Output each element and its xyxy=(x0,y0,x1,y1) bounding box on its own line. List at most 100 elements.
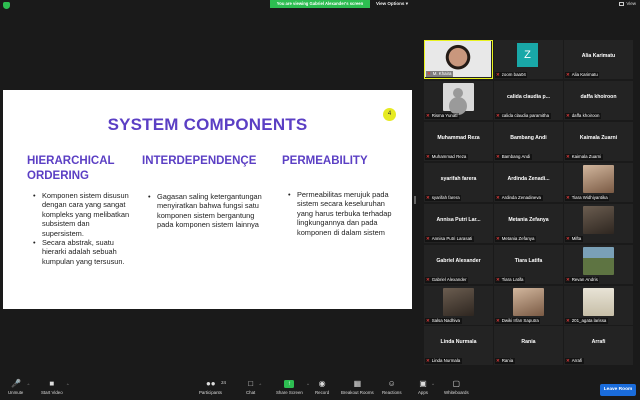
panel-splitter-handle[interactable] xyxy=(414,196,416,204)
start-video-label: Start Video xyxy=(41,390,63,395)
participant-name-label: ✕ Mifta xyxy=(565,236,583,242)
muted-mic-icon: ✕ xyxy=(566,154,570,159)
participant-name-label: ✕ calida claudia paramitha xyxy=(495,113,551,119)
participant-tile[interactable]: Alia Karimatu ✕ Alia Karimatu xyxy=(564,40,633,79)
participant-name: Mifta xyxy=(571,236,582,241)
share-screen-icon: ↑ xyxy=(284,380,295,388)
participant-tile[interactable]: ✕ M. Khaira xyxy=(424,40,493,79)
participant-tile[interactable]: Rania ✕ Rania xyxy=(494,326,563,365)
muted-mic-icon: ✕ xyxy=(426,195,430,200)
unmute-button[interactable]: 🎤 Unmute ^ xyxy=(8,379,29,396)
muted-mic-icon: ✕ xyxy=(496,72,500,77)
participant-name: zoom baa04 xyxy=(501,72,526,77)
participant-name-label: ✕ Alia Karimatu xyxy=(565,72,600,78)
bullet-item: Permeabilitas merujuk pada sistem secara… xyxy=(288,190,392,237)
participant-tile[interactable]: ✕ Dwiki Irfan Saputra xyxy=(494,286,563,325)
participant-name: Bambang Andi xyxy=(501,154,531,159)
breakout-rooms-button[interactable]: ▦ Breakout Rooms xyxy=(341,380,374,396)
participant-photo xyxy=(583,247,614,275)
reactions-button[interactable]: ☺ Reactions xyxy=(382,380,402,396)
participant-tile[interactable]: Bambang Andi ✕ Bambang Andi xyxy=(494,122,563,161)
muted-mic-icon: 🎤 xyxy=(11,379,22,388)
participant-tile[interactable]: Annisa Putri Lar... ✕ Annisa Putri Larasat… xyxy=(424,204,493,243)
participant-tile[interactable]: ✕ 201_agata larissa xyxy=(564,286,633,325)
muted-mic-icon: ✕ xyxy=(426,236,430,241)
muted-mic-icon: ✕ xyxy=(496,154,500,159)
muted-mic-icon: ✕ xyxy=(426,358,430,363)
participant-name: Alia Karimatu xyxy=(571,72,598,77)
chat-icon: □ xyxy=(248,379,254,388)
top-bar: You are viewing Gabriel Alexander's scre… xyxy=(0,0,640,10)
participants-count: 24 xyxy=(221,380,226,385)
participant-name: Risma Yunati xyxy=(431,113,458,118)
participant-tile[interactable]: Linda Nurmala ✕ Linda Nurmala xyxy=(424,326,493,365)
share-screen-button[interactable]: ↑ Share Screen ^ xyxy=(276,380,309,395)
muted-mic-icon: ✕ xyxy=(426,154,430,159)
participant-name-label: ✕ Revan Andris xyxy=(565,277,600,283)
muted-mic-icon: ✕ xyxy=(566,236,570,241)
participant-tile[interactable]: ✕ Tiara Widhiyantika xyxy=(564,163,633,202)
participant-name: Tiara Latifa xyxy=(501,277,524,282)
view-button[interactable]: View xyxy=(619,1,636,7)
participant-tile[interactable]: Muhammad Reza ✕ Muhammad Reza xyxy=(424,122,493,161)
caret-up-icon[interactable]: ^ xyxy=(67,382,69,387)
caret-up-icon[interactable]: ^ xyxy=(307,382,309,387)
muted-mic-icon: ✕ xyxy=(566,195,570,200)
participant-tile[interactable]: ✕ Salsa Nadhiva xyxy=(424,286,493,325)
avatar: Z xyxy=(517,43,538,67)
chevron-down-icon: ▾ xyxy=(405,1,408,6)
participant-tile[interactable]: ✕ Mifta xyxy=(564,204,633,243)
participant-tile[interactable]: daffa khoiroon ✕ daffa khoiroon xyxy=(564,81,633,120)
bullet-list-hierarchical: Komponen sistem disusun dengan cara yang… xyxy=(33,191,131,266)
caret-up-icon[interactable]: ^ xyxy=(27,382,29,387)
participant-name-label: ✕ Salsa Nadhiva xyxy=(425,318,462,324)
security-shield-icon[interactable] xyxy=(3,2,10,9)
apps-button[interactable]: ▣ Apps ^ xyxy=(418,380,434,396)
participant-tile[interactable]: syarifah farera ✕ syarifah farera xyxy=(424,163,493,202)
participant-tile[interactable]: ✕ Risma Yunati xyxy=(424,81,493,120)
participant-tile[interactable]: Metania Zefanya ✕ Metania Zefanya xyxy=(494,204,563,243)
muted-mic-icon: ✕ xyxy=(566,113,570,118)
participant-display-name: calida claudia p... xyxy=(507,94,550,100)
whiteboards-button[interactable]: ▢ Whiteboards xyxy=(444,380,469,396)
bullet-item: Gagasan saling ketergantungan menyiratka… xyxy=(148,192,266,230)
participant-name-label: ✕ Metania Zefanya xyxy=(495,236,536,242)
participant-tile[interactable]: Tiara Latifa ✕ Tiara Latifa xyxy=(494,245,563,284)
participant-tile[interactable]: Kaimala Zuarni ✕ Kaimala Zuarni xyxy=(564,122,633,161)
participant-tile[interactable]: calida claudia p... ✕ calida claudia param… xyxy=(494,81,563,120)
participant-name: 201_agata larissa xyxy=(571,318,607,323)
participant-name: Linda Nurmala xyxy=(431,358,461,363)
participant-name: Rania xyxy=(501,358,514,363)
participants-button[interactable]: ●● Participants 24 xyxy=(199,380,226,396)
participant-name: Gabriel Alexander xyxy=(431,277,467,282)
participant-name-label: ✕ Risma Yunati xyxy=(425,113,459,119)
participant-tile[interactable]: Z ✕ zoom baa04 xyxy=(494,40,563,79)
participant-tile[interactable]: Arrafi ✕ Arrafi xyxy=(564,326,633,365)
start-video-button[interactable]: ■ Start Video ^ xyxy=(41,380,69,396)
muted-mic-icon: ✕ xyxy=(566,72,570,77)
chat-button[interactable]: □ Chat ^ xyxy=(246,379,261,396)
participant-tile[interactable]: Ardinda Zenadi... ✕ Ardinda Zenadineva xyxy=(494,163,563,202)
caret-up-icon[interactable]: ^ xyxy=(432,382,434,387)
record-button[interactable]: ◉ Record xyxy=(315,380,329,396)
participant-name: Ardinda Zenadineva xyxy=(501,195,541,200)
caret-up-icon[interactable]: ^ xyxy=(259,382,261,387)
muted-mic-icon: ✕ xyxy=(426,318,430,323)
participant-name: Arrafi xyxy=(571,358,583,363)
slide-page-badge: 4 xyxy=(383,108,396,121)
participant-name: Metania Zefanya xyxy=(501,236,535,241)
participant-name-label: ✕ zoom baa04 xyxy=(495,72,528,78)
leave-room-button[interactable]: Leave Room xyxy=(600,384,636,396)
view-options-button[interactable]: View Options ▾ xyxy=(376,1,408,7)
participant-photo xyxy=(583,288,614,316)
participant-name-label: ✕ syarifah farera xyxy=(425,195,462,201)
participant-tile[interactable]: Gabriel Alexander ✕ Gabriel Alexander xyxy=(424,245,493,284)
participant-photo xyxy=(443,288,474,316)
muted-mic-icon: ✕ xyxy=(496,318,500,323)
participant-tile[interactable]: ✕ Revan Andris xyxy=(564,245,633,284)
whiteboards-label: Whiteboards xyxy=(444,390,469,395)
participant-name-label: ✕ Linda Nurmala xyxy=(425,358,462,364)
participant-name-label: ✕ Muhammad Reza xyxy=(425,154,468,160)
participant-display-name: Muhammad Reza xyxy=(437,135,480,141)
participant-photo xyxy=(513,288,544,316)
